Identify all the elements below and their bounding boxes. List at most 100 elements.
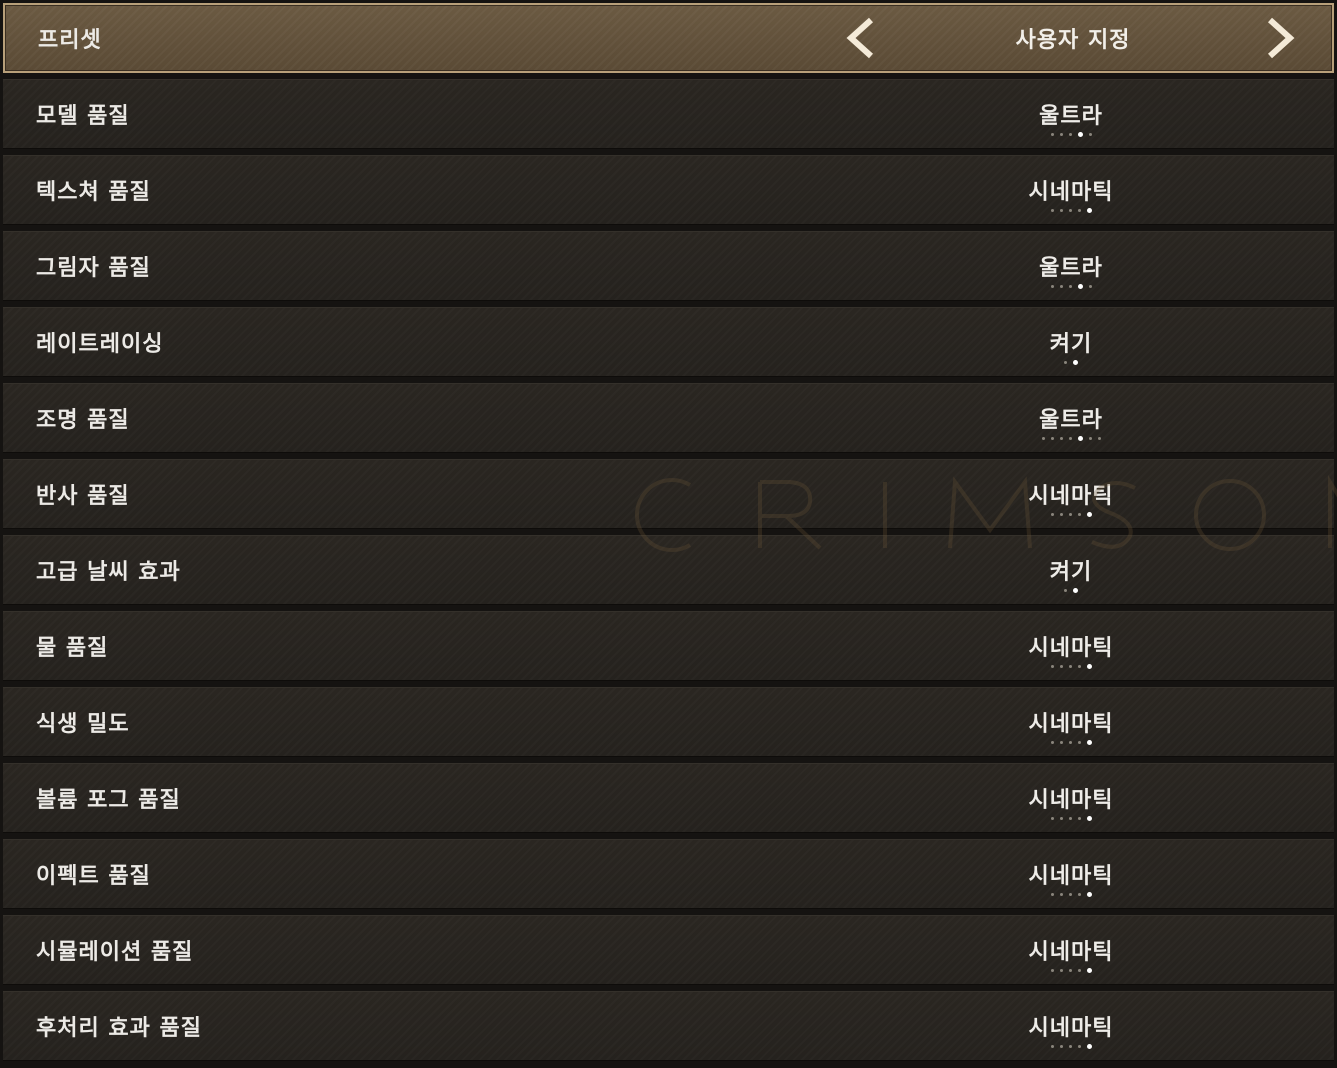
setting-label: 물 품질 (36, 636, 109, 661)
chevron-left-icon[interactable] (841, 16, 881, 60)
level-dot (1059, 1045, 1063, 1048)
setting-row-ray-tracing[interactable]: 레이트레이싱 켜기 (3, 307, 1334, 377)
level-dot-active (1073, 588, 1078, 593)
setting-label: 텍스쳐 품질 (36, 180, 151, 205)
level-indicator (971, 512, 1171, 517)
setting-row-post-processing-quality[interactable]: 후처리 효과 품질 시네마틱 (3, 991, 1334, 1061)
setting-row-vegetation-density[interactable]: 식생 밀도 시네마틱 (3, 687, 1334, 757)
setting-value: 시네마틱 (1028, 484, 1114, 509)
setting-label: 모델 품질 (36, 104, 130, 129)
level-dot (1097, 437, 1101, 440)
level-dot-active (1086, 512, 1092, 517)
level-dot (1068, 513, 1072, 516)
setting-label: 조명 품질 (36, 408, 130, 433)
level-indicator (971, 360, 1171, 365)
setting-value-selector[interactable]: 시네마틱 (971, 764, 1171, 832)
level-dot (1068, 437, 1072, 440)
setting-label: 후처리 효과 품질 (36, 1016, 202, 1041)
level-dot (1050, 741, 1054, 744)
level-dot (1050, 513, 1054, 516)
level-dot-active (1086, 816, 1092, 821)
setting-value-selector[interactable]: 시네마틱 (971, 612, 1171, 680)
setting-value-selector[interactable]: 시네마틱 (971, 688, 1171, 756)
level-dot (1088, 133, 1092, 136)
setting-label: 이펙트 품질 (36, 864, 151, 889)
setting-row-shadow-quality[interactable]: 그림자 품질 울트라 (3, 231, 1334, 301)
level-dot-active (1086, 208, 1092, 213)
preset-value: 사용자 지정 (1015, 28, 1131, 53)
graphics-settings-panel: 프리셋 사용자 지정 모델 품질 울트라 텍스쳐 품질 시네마틱 그림자 품질 울트라 레이… (0, 0, 1337, 1068)
level-dot-active (1086, 740, 1092, 745)
setting-row-advanced-weather[interactable]: 고급 날씨 효과 켜기 (3, 535, 1334, 605)
level-dot (1050, 1045, 1054, 1048)
setting-label: 레이트레이싱 (36, 332, 164, 357)
preset-row: 프리셋 사용자 지정 (3, 3, 1334, 73)
level-indicator (971, 740, 1171, 745)
setting-row-texture-quality[interactable]: 텍스쳐 품질 시네마틱 (3, 155, 1334, 225)
setting-value-selector[interactable]: 켜기 (971, 536, 1171, 604)
chevron-right-icon[interactable] (1260, 16, 1300, 60)
setting-label: 반사 품질 (36, 484, 130, 509)
level-dot (1068, 817, 1072, 820)
setting-value: 울트라 (1039, 256, 1103, 281)
level-dot (1068, 969, 1072, 972)
level-dot (1068, 665, 1072, 668)
setting-value-selector[interactable]: 울트라 (971, 80, 1171, 148)
setting-value-selector[interactable]: 울트라 (971, 384, 1171, 452)
setting-value: 시네마틱 (1028, 712, 1114, 737)
setting-label: 볼륨 포그 품질 (36, 788, 181, 813)
level-dot-active (1086, 892, 1092, 897)
setting-value: 시네마틱 (1028, 864, 1114, 889)
setting-row-volumetric-fog-quality[interactable]: 볼륨 포그 품질 시네마틱 (3, 763, 1334, 833)
level-dot (1077, 817, 1081, 820)
setting-value-selector[interactable]: 시네마틱 (971, 992, 1171, 1060)
setting-value: 켜기 (1049, 332, 1093, 357)
level-dot-active (1077, 284, 1083, 289)
level-dot (1068, 893, 1072, 896)
level-dot (1059, 513, 1063, 516)
level-dot (1068, 1045, 1072, 1048)
level-dot-active (1077, 132, 1083, 137)
setting-value: 울트라 (1039, 408, 1103, 433)
level-dot (1050, 665, 1054, 668)
level-dot (1068, 741, 1072, 744)
setting-value: 켜기 (1049, 560, 1093, 585)
level-indicator (971, 968, 1171, 973)
level-dot (1077, 893, 1081, 896)
level-dot (1059, 817, 1063, 820)
setting-label: 시뮬레이션 품질 (36, 940, 194, 965)
level-indicator (971, 132, 1171, 137)
level-dot-active (1073, 360, 1078, 365)
preset-label: 프리셋 (38, 28, 102, 53)
level-dot (1050, 969, 1054, 972)
setting-value: 시네마틱 (1028, 636, 1114, 661)
setting-value: 시네마틱 (1028, 180, 1114, 205)
setting-row-simulation-quality[interactable]: 시뮬레이션 품질 시네마틱 (3, 915, 1334, 985)
level-dot (1050, 893, 1054, 896)
setting-row-effect-quality[interactable]: 이펙트 품질 시네마틱 (3, 839, 1334, 909)
level-dot-active (1077, 436, 1083, 441)
setting-value-selector[interactable]: 시네마틱 (971, 156, 1171, 224)
setting-label: 그림자 품질 (36, 256, 151, 281)
setting-value-selector[interactable]: 시네마틱 (971, 840, 1171, 908)
setting-value-selector[interactable]: 울트라 (971, 232, 1171, 300)
setting-value: 울트라 (1039, 104, 1103, 129)
level-dot (1064, 589, 1067, 592)
setting-row-water-quality[interactable]: 물 품질 시네마틱 (3, 611, 1334, 681)
level-indicator (971, 816, 1171, 821)
setting-row-model-quality[interactable]: 모델 품질 울트라 (3, 79, 1334, 149)
level-dot (1088, 437, 1092, 440)
setting-row-reflection-quality[interactable]: 반사 품질 시네마틱 (3, 459, 1334, 529)
setting-row-lighting-quality[interactable]: 조명 품질 울트라 (3, 383, 1334, 453)
level-indicator (971, 588, 1171, 593)
level-indicator (971, 436, 1171, 441)
level-dot (1077, 209, 1081, 212)
setting-value-selector[interactable]: 시네마틱 (971, 460, 1171, 528)
level-dot (1059, 285, 1063, 288)
level-dot (1050, 817, 1054, 820)
setting-value-selector[interactable]: 시네마틱 (971, 916, 1171, 984)
level-indicator (971, 664, 1171, 669)
level-indicator (971, 892, 1171, 897)
level-indicator (971, 208, 1171, 213)
setting-value-selector[interactable]: 켜기 (971, 308, 1171, 376)
